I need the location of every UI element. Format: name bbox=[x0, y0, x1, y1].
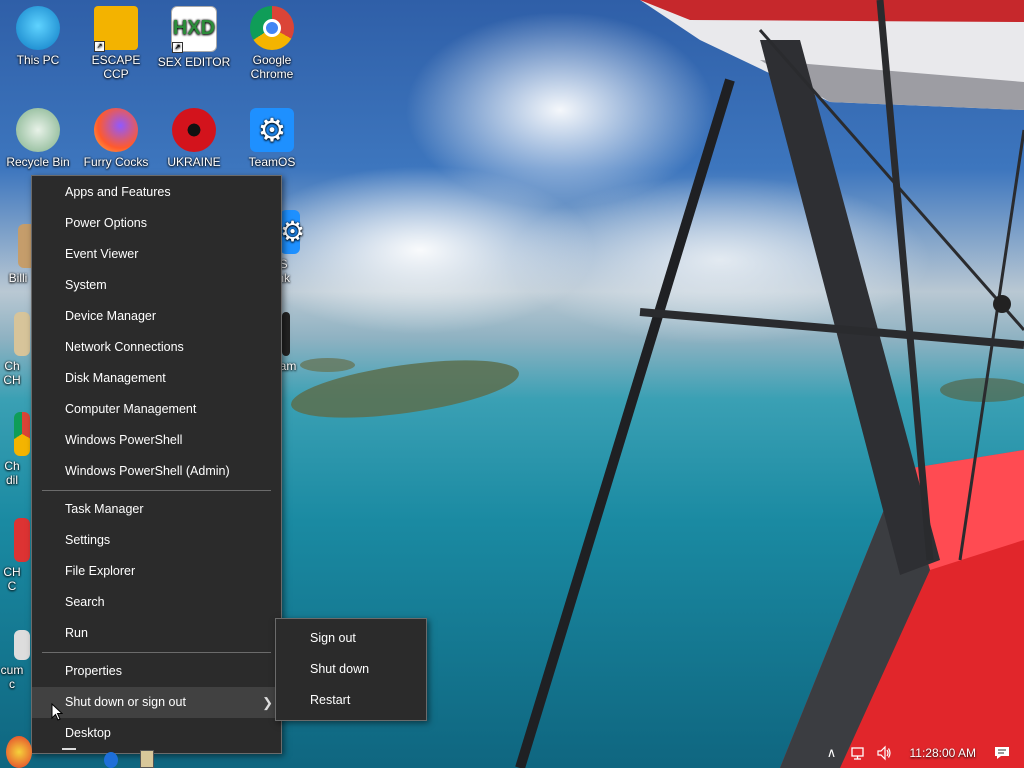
desktop-icon-label: CH bbox=[3, 565, 21, 579]
submenu-item-shut-down[interactable]: Shut down bbox=[276, 654, 426, 685]
chevron-up-icon[interactable]: ∧ bbox=[824, 745, 840, 761]
menu-item-event-viewer[interactable]: Event Viewer bbox=[32, 239, 281, 270]
desktop-icon-google-chrome[interactable]: Google Chrome bbox=[234, 6, 310, 81]
app-icon bbox=[14, 630, 30, 660]
desktop-icon-label: Google Chrome bbox=[250, 53, 294, 81]
desktop-icon-label: Recycle Bin bbox=[6, 155, 70, 169]
menu-item-shut-down-or-sign-out[interactable]: Shut down or sign out ❯ bbox=[32, 687, 281, 718]
winx-context-menu: Apps and Features Power Options Event Vi… bbox=[31, 175, 282, 754]
recycle-bin-icon bbox=[16, 108, 60, 152]
notification-icon[interactable] bbox=[994, 745, 1010, 761]
chrome-icon bbox=[250, 6, 294, 50]
network-icon[interactable] bbox=[850, 745, 866, 761]
firefox-icon bbox=[94, 108, 138, 152]
menu-item-system[interactable]: System bbox=[32, 270, 281, 301]
desktop-icon-partial[interactable]: CH C bbox=[0, 518, 32, 593]
desktop-icon-recycle-bin[interactable]: Recycle Bin bbox=[0, 108, 76, 169]
chevron-right-icon: ❯ bbox=[262, 695, 273, 710]
desktop-icon-escape-ccp[interactable]: ↗ ESCAPE CCP bbox=[78, 6, 154, 81]
desktop-icon-furry-cocks[interactable]: Furry Cocks bbox=[78, 108, 154, 169]
desktop-icon-label: This PC bbox=[16, 53, 60, 67]
desktop-icon-label: Furry Cocks bbox=[83, 155, 149, 169]
desktop-icon-label: dil bbox=[5, 473, 18, 487]
submenu-item-sign-out[interactable]: Sign out bbox=[276, 623, 426, 654]
menu-item-computer-management[interactable]: Computer Management bbox=[32, 394, 281, 425]
desktop-icon-this-pc[interactable]: This PC bbox=[0, 6, 76, 67]
desktop-icon-label: c bbox=[9, 677, 15, 691]
desktop-icon-partial[interactable]: Ch dil bbox=[0, 412, 32, 487]
menu-item-settings[interactable]: Settings bbox=[32, 525, 281, 556]
desktop-icon-label: C bbox=[7, 579, 17, 593]
menu-item-task-manager[interactable]: Task Manager bbox=[32, 494, 281, 525]
app-icon bbox=[14, 312, 30, 356]
system-tray: ∧ 11:28:00 AM bbox=[804, 738, 1024, 768]
wallpaper-island bbox=[940, 378, 1024, 402]
desktop-icon-label: Ch bbox=[4, 459, 20, 473]
desktop-icon-partial[interactable]: cum c bbox=[0, 630, 32, 691]
task-view-icon[interactable] bbox=[62, 748, 76, 770]
shutdown-submenu: Sign out Shut down Restart bbox=[275, 618, 427, 721]
menu-item-disk-management[interactable]: Disk Management bbox=[32, 363, 281, 394]
desktop-icon-label: SEX EDITOR bbox=[157, 55, 231, 69]
gear-icon: ⚙ bbox=[250, 108, 294, 152]
folder-icon: ↗ bbox=[94, 6, 138, 52]
app-icon bbox=[14, 412, 30, 456]
hxd-icon: HXD ↗ bbox=[171, 6, 217, 53]
menu-item-windows-powershell[interactable]: Windows PowerShell bbox=[32, 425, 281, 456]
submenu-item-restart[interactable]: Restart bbox=[276, 685, 426, 716]
menu-item-apps-and-features[interactable]: Apps and Features bbox=[32, 177, 281, 208]
desktop-icon-label: cum bbox=[0, 663, 24, 677]
menu-separator bbox=[42, 490, 271, 491]
start-orb-icon[interactable] bbox=[6, 736, 32, 768]
computer-icon bbox=[16, 6, 60, 50]
menu-item-windows-powershell-admin[interactable]: Windows PowerShell (Admin) bbox=[32, 456, 281, 487]
menu-item-network-connections[interactable]: Network Connections bbox=[32, 332, 281, 363]
desktop-icon-label: Billi bbox=[8, 271, 28, 285]
menu-item-search[interactable]: Search bbox=[32, 587, 281, 618]
taskbar-app-icon[interactable] bbox=[104, 752, 118, 768]
desktop-icon-sex-editor[interactable]: HXD ↗ SEX EDITOR bbox=[156, 6, 232, 69]
app-icon bbox=[14, 518, 30, 562]
desktop-icon-label: Ch bbox=[4, 359, 20, 373]
taskbar-app-icon[interactable] bbox=[140, 750, 154, 768]
gear-icon: ⚙ bbox=[280, 210, 305, 254]
app-icon bbox=[282, 312, 290, 356]
taskbar-clock[interactable]: 11:28:00 AM bbox=[910, 746, 977, 760]
desktop-icon-label: UKRAINE bbox=[167, 155, 221, 169]
desktop-icon-label: ESCAPE CCP bbox=[91, 53, 141, 81]
menu-item-device-manager[interactable]: Device Manager bbox=[32, 301, 281, 332]
desktop-icon-ukraine[interactable]: UKRAINE bbox=[156, 108, 232, 169]
menu-item-desktop[interactable]: Desktop bbox=[32, 718, 281, 749]
desktop-icon-partial[interactable]: Ch CH bbox=[0, 312, 32, 387]
menu-item-power-options[interactable]: Power Options bbox=[32, 208, 281, 239]
menu-item-label: Shut down or sign out bbox=[65, 695, 186, 709]
menu-separator bbox=[42, 652, 271, 653]
menu-item-file-explorer[interactable]: File Explorer bbox=[32, 556, 281, 587]
radiation-icon bbox=[172, 108, 216, 152]
desktop-icon-teamos[interactable]: ⚙ TeamOS bbox=[234, 108, 310, 169]
mouse-cursor-icon bbox=[51, 703, 63, 721]
menu-item-run[interactable]: Run bbox=[32, 618, 281, 649]
desktop-icon-label: am bbox=[279, 359, 297, 373]
desktop-icon-label: TeamOS bbox=[248, 155, 296, 169]
speaker-icon[interactable] bbox=[876, 745, 892, 761]
menu-item-properties[interactable]: Properties bbox=[32, 656, 281, 687]
desktop-icon-label: CH bbox=[3, 373, 21, 387]
